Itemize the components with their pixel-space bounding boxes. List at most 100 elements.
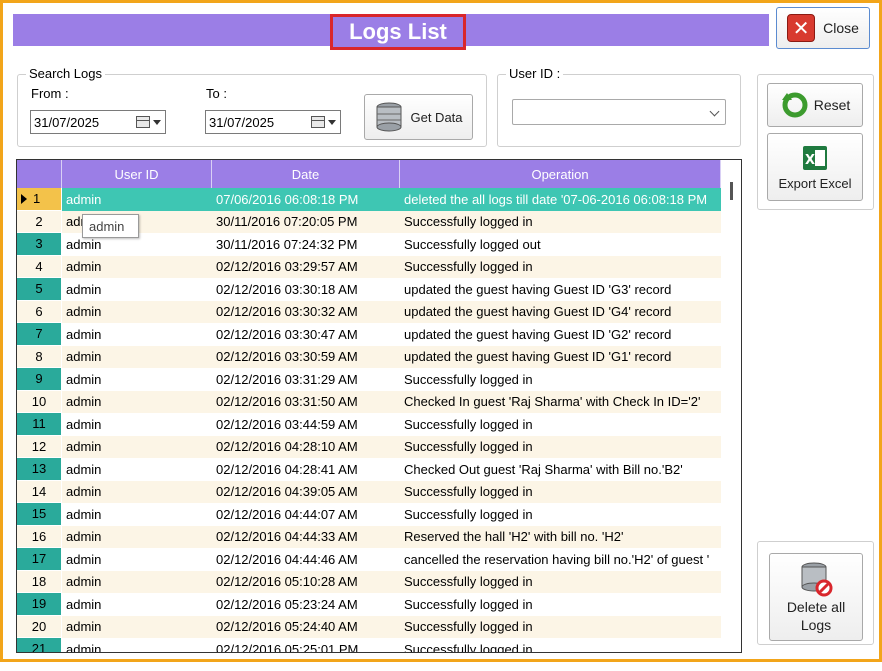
- cell-operation[interactable]: Successfully logged in: [400, 413, 721, 436]
- cell-operation[interactable]: cancelled the reservation having bill no…: [400, 548, 721, 571]
- cell-date[interactable]: 02/12/2016 03:29:57 AM: [212, 255, 400, 278]
- cell-operation[interactable]: Successfully logged in: [400, 255, 721, 278]
- row-header[interactable]: 6: [17, 300, 62, 323]
- cell-operation[interactable]: deleted the all logs till date '07-06-20…: [400, 188, 721, 211]
- table-row[interactable]: 21 admin 02/12/2016 05:25:01 PM Successfull…: [17, 638, 721, 652]
- table-row[interactable]: 8 admin 02/12/2016 03:30:59 AM updated the …: [17, 345, 721, 368]
- table-row[interactable]: 16 admin 02/12/2016 04:44:33 AM Reserved th…: [17, 525, 721, 548]
- cell-user-id[interactable]: admin: [62, 570, 212, 593]
- row-header[interactable]: 18: [17, 570, 62, 593]
- cell-date[interactable]: 30/11/2016 07:24:32 PM: [212, 233, 400, 256]
- cell-date[interactable]: 02/12/2016 04:44:33 AM: [212, 525, 400, 548]
- cell-operation[interactable]: Successfully logged in: [400, 570, 721, 593]
- cell-date[interactable]: 02/12/2016 05:24:40 AM: [212, 615, 400, 638]
- cell-date[interactable]: 02/12/2016 03:30:18 AM: [212, 278, 400, 301]
- cell-date[interactable]: 02/12/2016 03:30:32 AM: [212, 300, 400, 323]
- cell-date[interactable]: 02/12/2016 03:30:47 AM: [212, 323, 400, 346]
- row-header[interactable]: 13: [17, 458, 62, 481]
- cell-user-id[interactable]: admin: [62, 435, 212, 458]
- cell-user-id[interactable]: admin: [62, 278, 212, 301]
- from-date-picker[interactable]: 31/07/2025: [30, 110, 166, 134]
- get-data-button[interactable]: Get Data: [364, 94, 473, 140]
- table-row[interactable]: 12 admin 02/12/2016 04:28:10 AM Successfull…: [17, 435, 721, 458]
- cell-operation[interactable]: Checked Out guest 'Raj Sharma' with Bill…: [400, 458, 721, 481]
- cell-user-id[interactable]: admin: [62, 548, 212, 571]
- vertical-scrollbar[interactable]: [721, 160, 741, 652]
- row-header[interactable]: 14: [17, 480, 62, 503]
- table-row[interactable]: 15 admin 02/12/2016 04:44:07 AM Successfull…: [17, 503, 721, 526]
- calendar-icon[interactable]: [311, 116, 336, 128]
- cell-operation[interactable]: Successfully logged in: [400, 368, 721, 391]
- row-header[interactable]: 21: [17, 638, 62, 652]
- cell-operation[interactable]: Reserved the hall 'H2' with bill no. 'H2…: [400, 525, 721, 548]
- cell-operation[interactable]: updated the guest having Guest ID 'G2' r…: [400, 323, 721, 346]
- row-header[interactable]: 12: [17, 435, 62, 458]
- scrollbar-thumb[interactable]: [730, 182, 733, 200]
- table-row[interactable]: 4 admin 02/12/2016 03:29:57 AM Successfully…: [17, 255, 721, 278]
- table-row[interactable]: 9 admin 02/12/2016 03:31:29 AM Successfully…: [17, 368, 721, 391]
- user-id-select[interactable]: [512, 99, 726, 125]
- cell-date[interactable]: 02/12/2016 03:31:29 AM: [212, 368, 400, 391]
- cell-date[interactable]: 02/12/2016 05:10:28 AM: [212, 570, 400, 593]
- table-row[interactable]: 6 admin 02/12/2016 03:30:32 AM updated the …: [17, 300, 721, 323]
- cell-operation[interactable]: Successfully logged in: [400, 503, 721, 526]
- row-header[interactable]: 9: [17, 368, 62, 391]
- row-header[interactable]: 11: [17, 413, 62, 436]
- column-header-date[interactable]: Date: [212, 160, 400, 188]
- cell-user-id[interactable]: admin: [62, 638, 212, 652]
- row-header[interactable]: 7: [17, 323, 62, 346]
- calendar-icon[interactable]: [136, 116, 161, 128]
- row-header[interactable]: 16: [17, 525, 62, 548]
- to-date-picker[interactable]: 31/07/2025: [205, 110, 341, 134]
- cell-operation[interactable]: Checked In guest 'Raj Sharma' with Check…: [400, 390, 721, 413]
- table-row[interactable]: 5 admin 02/12/2016 03:30:18 AM updated the …: [17, 278, 721, 301]
- cell-date[interactable]: 02/12/2016 04:28:10 AM: [212, 435, 400, 458]
- close-button[interactable]: ✕ Close: [776, 7, 870, 49]
- cell-operation[interactable]: Successfully logged in: [400, 615, 721, 638]
- row-header[interactable]: 20: [17, 615, 62, 638]
- table-row[interactable]: 18 admin 02/12/2016 05:10:28 AM Successfull…: [17, 570, 721, 593]
- table-row[interactable]: 1 admin 07/06/2016 06:08:18 PM deleted the …: [17, 188, 721, 211]
- cell-user-id[interactable]: admin: [62, 413, 212, 436]
- cell-date[interactable]: 02/12/2016 03:30:59 AM: [212, 345, 400, 368]
- cell-operation[interactable]: Successfully logged in: [400, 435, 721, 458]
- table-row[interactable]: 19 admin 02/12/2016 05:23:24 AM Successfull…: [17, 593, 721, 616]
- row-header[interactable]: 17: [17, 548, 62, 571]
- column-header-user-id[interactable]: User ID: [62, 160, 212, 188]
- export-excel-button[interactable]: X Export Excel: [767, 133, 863, 201]
- cell-operation[interactable]: Successfully logged in: [400, 210, 721, 233]
- table-row[interactable]: 14 admin 02/12/2016 04:39:05 AM Successfull…: [17, 480, 721, 503]
- cell-operation[interactable]: updated the guest having Guest ID 'G1' r…: [400, 345, 721, 368]
- row-header[interactable]: 10: [17, 390, 62, 413]
- cell-user-id[interactable]: admin: [62, 345, 212, 368]
- cell-user-id[interactable]: admin: [62, 368, 212, 391]
- cell-user-id[interactable]: admin: [62, 323, 212, 346]
- cell-date[interactable]: 02/12/2016 04:44:07 AM: [212, 503, 400, 526]
- row-header[interactable]: 4: [17, 255, 62, 278]
- row-header[interactable]: 5: [17, 278, 62, 301]
- cell-date[interactable]: 02/12/2016 04:44:46 AM: [212, 548, 400, 571]
- cell-date[interactable]: 02/12/2016 04:28:41 AM: [212, 458, 400, 481]
- cell-user-id[interactable]: admin: [62, 593, 212, 616]
- cell-date[interactable]: 02/12/2016 05:23:24 AM: [212, 593, 400, 616]
- cell-date[interactable]: 02/12/2016 03:44:59 AM: [212, 413, 400, 436]
- row-header[interactable]: 1: [17, 188, 62, 211]
- row-header[interactable]: 15: [17, 503, 62, 526]
- column-header-operation[interactable]: Operation: [400, 160, 721, 188]
- table-row[interactable]: 13 admin 02/12/2016 04:28:41 AM Checked Out…: [17, 458, 721, 481]
- cell-operation[interactable]: updated the guest having Guest ID 'G3' r…: [400, 278, 721, 301]
- cell-operation[interactable]: Successfully logged out: [400, 233, 721, 256]
- table-row[interactable]: 17 admin 02/12/2016 04:44:46 AM cancelled t…: [17, 548, 721, 571]
- cell-user-id[interactable]: admin: [62, 390, 212, 413]
- cell-date[interactable]: 02/12/2016 04:39:05 AM: [212, 480, 400, 503]
- row-header[interactable]: 19: [17, 593, 62, 616]
- cell-operation[interactable]: updated the guest having Guest ID 'G4' r…: [400, 300, 721, 323]
- cell-date[interactable]: 02/12/2016 03:31:50 AM: [212, 390, 400, 413]
- reset-button[interactable]: Reset: [767, 83, 863, 127]
- row-header[interactable]: 2: [17, 210, 62, 233]
- row-header[interactable]: 8: [17, 345, 62, 368]
- cell-user-id[interactable]: admin: [62, 255, 212, 278]
- table-row[interactable]: 7 admin 02/12/2016 03:30:47 AM updated the …: [17, 323, 721, 346]
- cell-date[interactable]: 02/12/2016 05:25:01 PM: [212, 638, 400, 652]
- cell-operation[interactable]: Successfully logged in: [400, 638, 721, 652]
